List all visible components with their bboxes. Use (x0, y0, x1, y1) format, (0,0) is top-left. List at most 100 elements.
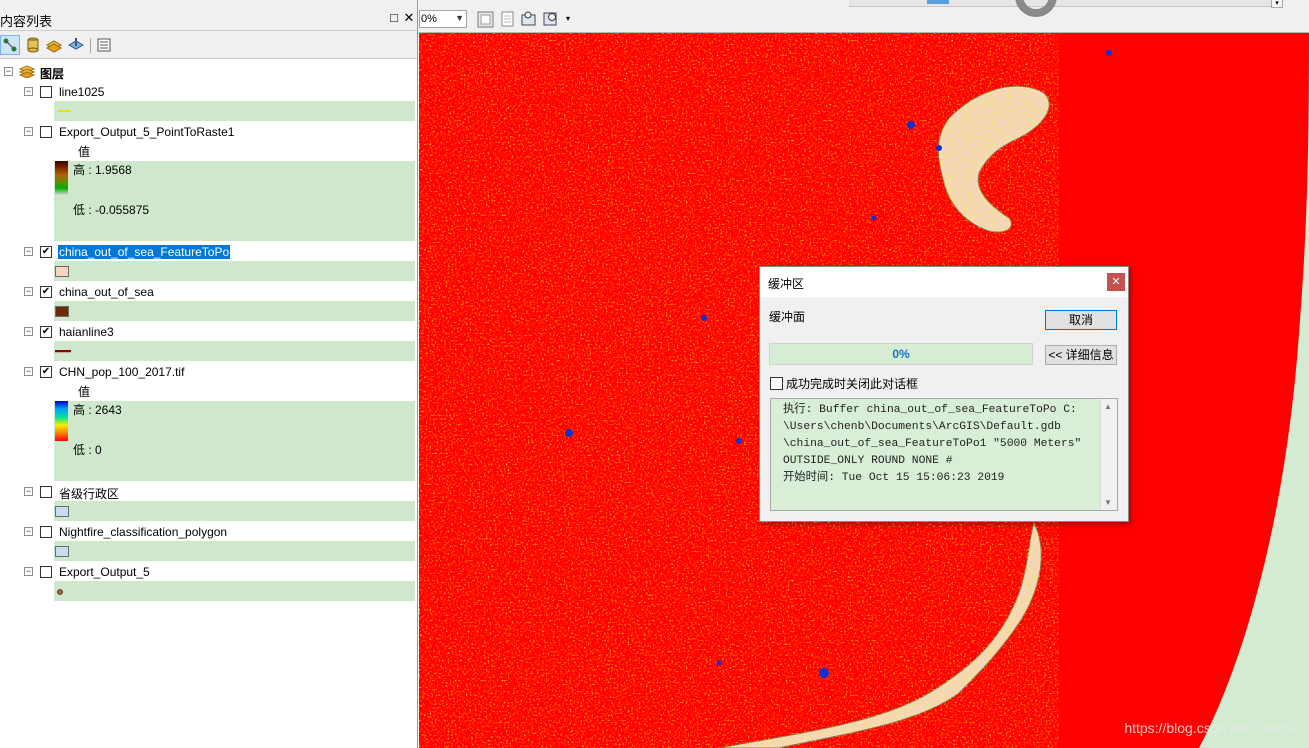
toolbar-strip (849, 0, 1279, 7)
layer-visibility-checkbox[interactable] (40, 486, 52, 498)
raster-ramp-icon (55, 161, 68, 195)
legend-band (54, 261, 415, 281)
legend-high: 高 : 1.9568 (73, 163, 132, 177)
collapse-icon[interactable]: − (24, 367, 33, 376)
raster-ramp-icon (55, 401, 68, 441)
zoom-100-percent-icon[interactable] (542, 10, 560, 28)
collapse-icon[interactable]: − (24, 527, 33, 536)
fixed-zoom-in-icon[interactable] (476, 10, 494, 28)
legend-low: 低 : 0 (73, 443, 102, 457)
layers-root-label: 图层 (40, 67, 65, 81)
list-by-drawing-order-icon[interactable] (0, 35, 20, 55)
collapse-icon[interactable]: − (24, 87, 33, 96)
layer-visibility-checkbox[interactable]: ✔ (40, 286, 52, 298)
toc-toolbar (0, 33, 417, 59)
layer-name[interactable]: 省级行政区 (59, 485, 119, 502)
close-icon[interactable]: ✕ (1107, 273, 1125, 291)
progress-bar: 0% (769, 343, 1033, 365)
buffer-progress-dialog: 缓冲区 ✕ 缓冲面 取消 0% << 详细信息 成功完成时关闭此对话框 执行: … (759, 266, 1129, 522)
layer-name[interactable]: Export_Output_5_PointToRaste1 (59, 125, 234, 139)
legend-band (54, 581, 415, 601)
legend-band (54, 541, 415, 561)
details-toggle-button[interactable]: << 详细信息 (1045, 345, 1117, 365)
fill-symbol-icon (55, 546, 69, 557)
options-icon[interactable] (95, 36, 113, 54)
legend-band (54, 341, 415, 361)
layer-name[interactable]: haianline3 (59, 325, 114, 339)
collapse-icon[interactable]: − (24, 567, 33, 576)
legend-high: 高 : 2643 (73, 403, 122, 417)
layer-name[interactable]: Nightfire_classification_polygon (59, 525, 227, 539)
layer-visibility-checkbox[interactable] (40, 126, 52, 138)
map-toolbar: 0% ▼ ▾ ▾ (419, 0, 1309, 33)
list-by-selection-icon[interactable] (67, 36, 85, 54)
collapse-icon[interactable]: − (4, 67, 13, 76)
zoom-scale-select[interactable]: 0% ▼ (419, 10, 467, 28)
layer-name[interactable]: china_out_of_sea (59, 285, 154, 299)
layer-row[interactable]: − ✔ haianline3 (0, 322, 417, 342)
layer-row[interactable]: − 省级行政区 (0, 482, 417, 502)
layer-visibility-checkbox[interactable]: ✔ (40, 246, 52, 258)
layer-visibility-checkbox[interactable]: ✔ (40, 366, 52, 378)
line-symbol-icon (57, 110, 71, 112)
toolbar-overflow-icon[interactable]: ▾ (566, 14, 570, 23)
collapse-icon[interactable]: − (24, 487, 33, 496)
layer-row[interactable]: − Export_Output_5 (0, 562, 417, 582)
scroll-down-arrow[interactable]: ▾ (1271, 0, 1283, 8)
navigation-wheel-icon[interactable] (1011, 0, 1061, 20)
legend-band (54, 301, 415, 321)
cancel-button[interactable]: 取消 (1045, 310, 1117, 330)
close-icon[interactable]: ✕ (402, 10, 416, 26)
zoom-scale-value: 0% (421, 13, 437, 25)
dialog-title: 缓冲区 (768, 277, 805, 291)
legend-band (54, 501, 415, 521)
layer-visibility-checkbox[interactable] (40, 86, 52, 98)
layer-name[interactable]: Export_Output_5 (59, 565, 150, 579)
fill-symbol-icon (55, 266, 69, 277)
collapse-icon[interactable]: − (24, 287, 33, 296)
zoom-whole-page-icon[interactable] (520, 10, 538, 28)
progress-percent: 0% (892, 347, 910, 361)
layer-visibility-checkbox[interactable] (40, 526, 52, 538)
collapse-icon[interactable]: − (24, 247, 33, 256)
toolbar-indicator (927, 0, 949, 4)
log-scrollbar[interactable]: ▲ ▼ (1100, 399, 1117, 510)
scroll-up-arrow[interactable]: ▲ (1104, 402, 1112, 411)
layer-row[interactable]: − Export_Output_5_PointToRaste1 (0, 122, 417, 142)
legend-field: 值 (78, 145, 91, 159)
message-log[interactable]: 执行: Buffer china_out_of_sea_FeatureToPo … (770, 398, 1118, 511)
chevron-down-icon: ▼ (455, 13, 464, 23)
line-symbol-icon (55, 350, 71, 353)
watermark-text: https://blog.csdn.net/Theo93 (1124, 720, 1301, 736)
layer-name[interactable]: china_out_of_sea_FeatureToPo (58, 245, 231, 259)
layer-row[interactable]: − ✔ china_out_of_sea_FeatureToPo (0, 242, 417, 262)
layer-row[interactable]: − ✔ CHN_pop_100_2017.tif (0, 362, 417, 382)
layer-name[interactable]: CHN_pop_100_2017.tif (59, 365, 184, 379)
layer-name[interactable]: line1025 (59, 85, 104, 99)
legend-band: 高 : 1.9568 低 : -0.055875 (54, 161, 415, 241)
log-text: 执行: Buffer china_out_of_sea_FeatureToPo … (783, 404, 1082, 484)
legend-field: 值 (78, 385, 91, 399)
operation-label: 缓冲面 (769, 310, 806, 324)
collapse-icon[interactable]: − (24, 327, 33, 336)
legend-band (54, 101, 415, 121)
list-by-visibility-icon[interactable] (45, 36, 63, 54)
close-on-success-label[interactable]: 成功完成时关闭此对话框 (786, 375, 918, 392)
dialog-title-bar[interactable]: 缓冲区 ✕ (760, 267, 1128, 297)
layers-root[interactable]: − 图层 (0, 62, 417, 82)
layer-row[interactable]: − ✔ china_out_of_sea (0, 282, 417, 302)
layer-row[interactable]: − Nightfire_classification_polygon (0, 522, 417, 542)
table-of-contents-pane: 内容列表 □ ✕ − 图层 − line1025 − Export_Output… (0, 0, 418, 748)
pin-icon[interactable]: □ (387, 10, 401, 25)
list-by-source-icon[interactable] (24, 36, 42, 54)
layout-page-icon[interactable] (499, 10, 517, 28)
close-on-success-checkbox[interactable] (770, 377, 783, 390)
point-symbol-icon (57, 589, 63, 595)
collapse-icon[interactable]: − (24, 127, 33, 136)
layer-row[interactable]: − line1025 (0, 82, 417, 102)
legend-band: 高 : 2643 低 : 0 (54, 401, 415, 481)
fill-symbol-icon (55, 506, 69, 517)
scroll-down-arrow[interactable]: ▼ (1104, 498, 1112, 507)
layer-visibility-checkbox[interactable] (40, 566, 52, 578)
layer-visibility-checkbox[interactable]: ✔ (40, 326, 52, 338)
